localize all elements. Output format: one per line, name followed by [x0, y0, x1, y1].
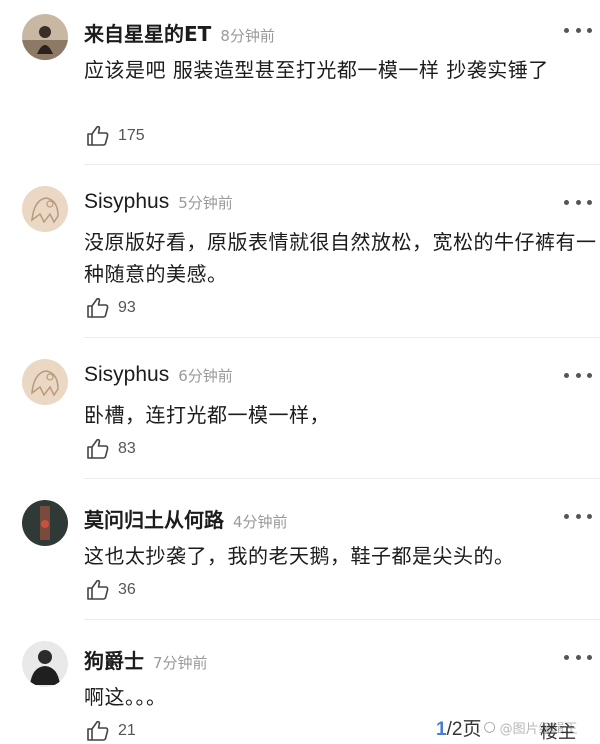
- comment-text: 卧槽，连打光都一模一样，: [84, 403, 330, 427]
- comment-header: Sisyphus 6分钟前: [84, 363, 233, 391]
- divider: [84, 164, 600, 165]
- avatar-image: [22, 186, 68, 232]
- divider: [84, 619, 600, 620]
- like-button[interactable]: 36: [86, 578, 136, 602]
- page-unit: 页: [462, 718, 482, 740]
- current-page: 1: [436, 718, 447, 740]
- like-count: 83: [118, 440, 136, 457]
- avatar-image: [22, 359, 68, 405]
- username[interactable]: Sisyphus: [84, 363, 169, 387]
- page-indicator[interactable]: 1/2页: [436, 714, 481, 741]
- username[interactable]: 来自星星的ET: [84, 18, 211, 47]
- thumbs-up-icon: [87, 125, 109, 146]
- timestamp: 6分钟前: [178, 367, 233, 385]
- avatar[interactable]: [22, 500, 68, 546]
- divider: [84, 478, 600, 479]
- like-count: 36: [118, 581, 136, 598]
- avatar-image: [22, 641, 68, 687]
- like-count: 21: [118, 722, 136, 739]
- comment-header: 狗爵士 7分钟前: [84, 645, 208, 673]
- thumbs-up-icon: [87, 438, 109, 459]
- timestamp: 7分钟前: [153, 654, 208, 672]
- thumbs-up-icon: [87, 297, 109, 318]
- divider: [84, 337, 600, 338]
- louzhu-button[interactable]: 楼主: [540, 718, 576, 744]
- avatar[interactable]: [22, 359, 68, 405]
- weibo-icon: ○: [483, 719, 496, 735]
- like-button[interactable]: 175: [86, 124, 145, 148]
- comment-header: 来自星星的ET 8分钟前: [84, 18, 275, 46]
- like-button[interactable]: 93: [86, 296, 136, 320]
- username[interactable]: 莫问归土从何路: [84, 504, 224, 533]
- more-dots-icon[interactable]: [564, 510, 592, 522]
- more-dots-icon[interactable]: [564, 651, 592, 663]
- comment-text: 啊这。。。: [84, 685, 167, 709]
- avatar-image: [22, 500, 68, 546]
- like-count: 93: [118, 299, 136, 316]
- total-pages: /2: [446, 718, 463, 740]
- like-button[interactable]: 21: [86, 719, 136, 743]
- comment-header: Sisyphus 5分钟前: [84, 190, 233, 218]
- comment-text: 没原版好看，原版表情就很自然放松，宽松的牛仔裤有一种随意的美感。: [84, 230, 597, 286]
- avatar-image: [22, 14, 68, 60]
- timestamp: 8分钟前: [220, 27, 275, 45]
- like-count: 175: [118, 127, 145, 144]
- thumbs-up-icon: [87, 720, 109, 741]
- thumbs-up-icon: [87, 579, 109, 600]
- avatar[interactable]: [22, 641, 68, 687]
- more-dots-icon[interactable]: [564, 196, 592, 208]
- more-dots-icon[interactable]: [564, 24, 592, 36]
- like-button[interactable]: 83: [86, 437, 136, 461]
- comment-text: 这也太抄袭了，我的老天鹅，鞋子都是尖头的。: [84, 544, 515, 568]
- more-dots-icon[interactable]: [564, 369, 592, 381]
- avatar[interactable]: [22, 14, 68, 60]
- timestamp: 4分钟前: [233, 513, 288, 531]
- timestamp: 5分钟前: [178, 194, 233, 212]
- comment-header: 莫问归土从何路 4分钟前: [84, 504, 288, 532]
- comment-text: 应该是吧 服装造型甚至打光都一模一样 抄袭实锤了: [84, 58, 549, 82]
- username[interactable]: 狗爵士: [84, 645, 144, 674]
- username[interactable]: Sisyphus: [84, 190, 169, 214]
- avatar[interactable]: [22, 186, 68, 232]
